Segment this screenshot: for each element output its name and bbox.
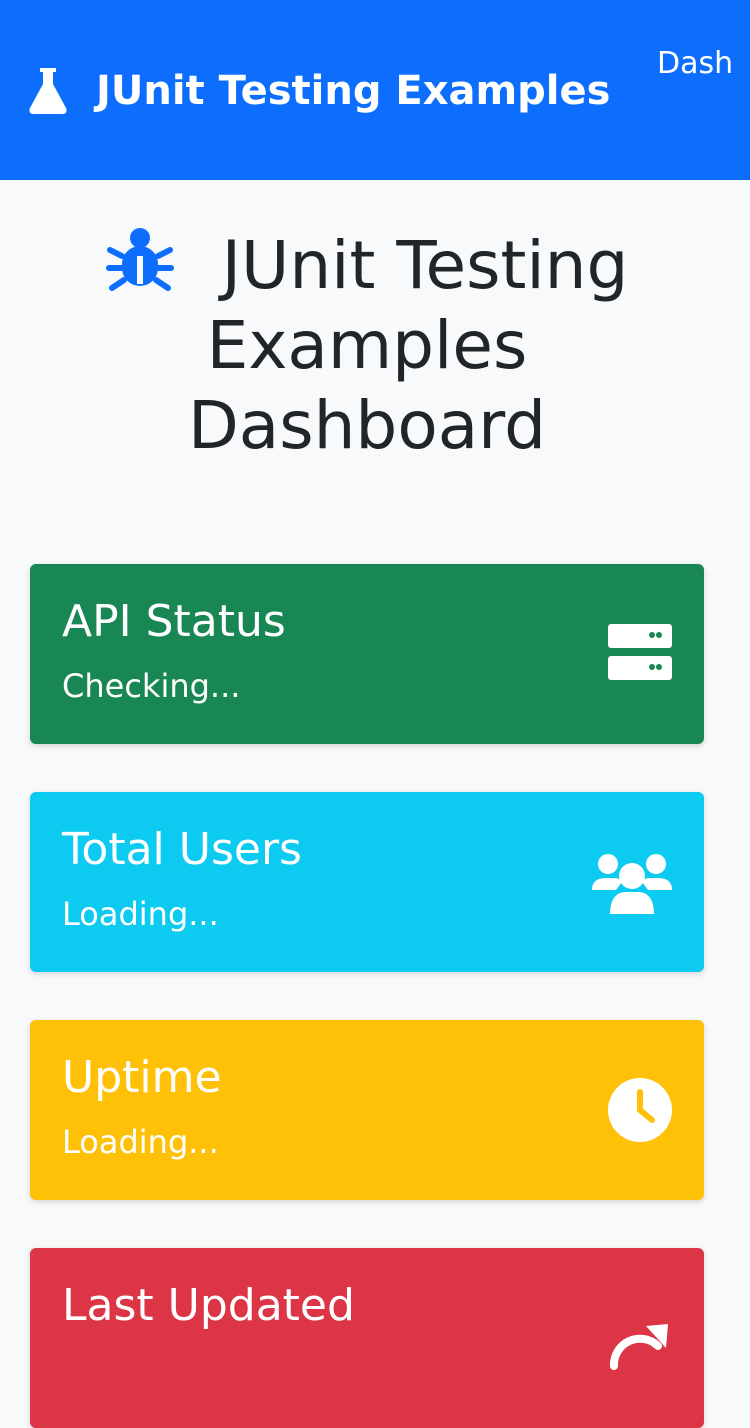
nav-link-dashboard[interactable]: Dash (657, 46, 733, 81)
clock-icon (592, 1078, 672, 1142)
page-title: JUnit Testing Examples Dashboard (0, 226, 734, 466)
card-title: Uptime (62, 1052, 222, 1103)
flask-icon (28, 68, 68, 114)
brand-text: JUnit Testing Examples (96, 68, 611, 114)
title-line-3: Dashboard (187, 387, 547, 464)
users-icon (592, 850, 672, 914)
last-updated-card: Last Updated (30, 1248, 704, 1428)
api-status-value: Checking... (62, 667, 241, 705)
bug-icon (105, 226, 174, 294)
uptime-card: Uptime Loading... (30, 1020, 704, 1200)
total-users-card: Total Users Loading... (30, 792, 704, 972)
total-users-value: Loading... (62, 895, 219, 933)
refresh-icon (592, 1306, 672, 1370)
uptime-value: Loading... (62, 1123, 219, 1161)
title-line-1: JUnit Testing (221, 227, 629, 304)
title-line-2: Examples (206, 307, 528, 384)
navbar: JUnit Testing Examples Dash (0, 0, 750, 180)
navbar-brand[interactable]: JUnit Testing Examples (28, 66, 610, 116)
api-status-card: API Status Checking... (30, 564, 704, 744)
server-icon (592, 622, 672, 686)
card-title: API Status (62, 596, 286, 647)
card-title: Last Updated (62, 1280, 355, 1331)
card-title: Total Users (62, 824, 302, 875)
